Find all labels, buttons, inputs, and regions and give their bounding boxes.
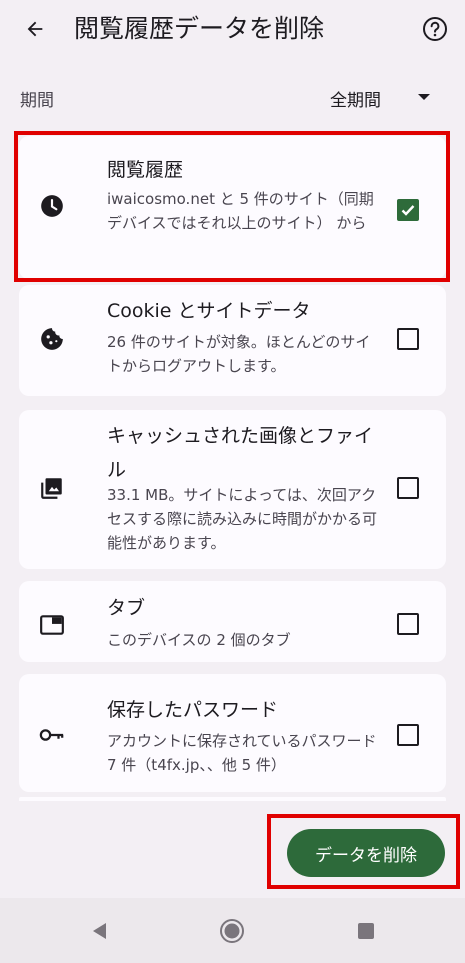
back-button[interactable] (20, 12, 50, 46)
delete-data-button[interactable]: データを削除 (287, 829, 445, 877)
option-browsing-history[interactable]: 閲覧履歴 iwaicosmo.net と 5 件のサイト（同期デバイスではそれ以… (19, 136, 446, 279)
key-icon (39, 722, 65, 748)
arrow-back-icon (27, 21, 43, 37)
help-icon (423, 17, 447, 41)
image-stack-icon (39, 475, 65, 501)
option-cached-files[interactable]: キャッシュされた画像とファイル 33.1 MB。サイトによっては、次回アクセスす… (19, 410, 446, 569)
next-option-peek (19, 797, 446, 801)
cookie-icon (39, 326, 65, 352)
tab-icon (39, 612, 65, 638)
option-title: Cookie とサイトデータ (107, 300, 311, 322)
time-range-label: 期間 (20, 91, 54, 111)
page-title: 閲覧履歴データを削除 (74, 14, 325, 43)
nav-back-button[interactable] (87, 918, 113, 944)
cookies-checkbox[interactable] (397, 328, 419, 350)
saved-passwords-checkbox[interactable] (397, 724, 419, 746)
time-range-dropdown[interactable]: 全期間 (318, 80, 448, 116)
option-title: タブ (107, 597, 146, 619)
option-description: 26 件のサイトが対象。ほとんどのサイトからログアウトします。 (107, 333, 371, 375)
option-title: 保存したパスワード (107, 699, 279, 721)
option-description: iwaicosmo.net と 5 件のサイト（同期デバイスではそれ以上のサイト… (107, 190, 374, 232)
option-cookies[interactable]: Cookie とサイトデータ 26 件のサイトが対象。ほとんどのサイトからログア… (19, 285, 446, 396)
help-button[interactable] (422, 16, 448, 42)
tabs-checkbox[interactable] (397, 613, 419, 635)
cached-files-checkbox[interactable] (397, 477, 419, 499)
option-title: 閲覧履歴 (107, 159, 184, 181)
clock-icon (39, 193, 65, 219)
option-description: アカウントに保存されているパスワード 7 件（t4fx.jp、、他 5 件） (107, 732, 377, 774)
option-title: キャッシュされた画像とファイル (107, 425, 374, 481)
top-app-bar: 閲覧履歴データを削除 (0, 0, 465, 60)
nav-back-icon (93, 923, 106, 939)
system-navigation-bar (0, 898, 465, 963)
checkmark-icon (401, 205, 415, 216)
nav-home-button[interactable] (219, 918, 245, 944)
nav-home-icon (220, 919, 244, 943)
option-description: 33.1 MB。サイトによっては、次回アクセスする際に読み込みに時間がかかる可能… (107, 486, 378, 552)
option-tabs[interactable]: タブ このデバイスの 2 個のタブ (19, 581, 446, 662)
nav-recents-icon (358, 923, 374, 939)
time-range-value: 全期間 (330, 90, 381, 111)
dropdown-arrow-icon (418, 94, 430, 100)
time-range-row: 期間 全期間 (0, 80, 465, 116)
nav-recents-button[interactable] (353, 918, 379, 944)
option-saved-passwords[interactable]: 保存したパスワード アカウントに保存されているパスワード 7 件（t4fx.jp… (19, 674, 446, 792)
option-description: このデバイスの 2 個のタブ (107, 631, 291, 649)
browsing-history-checkbox[interactable] (397, 199, 419, 221)
